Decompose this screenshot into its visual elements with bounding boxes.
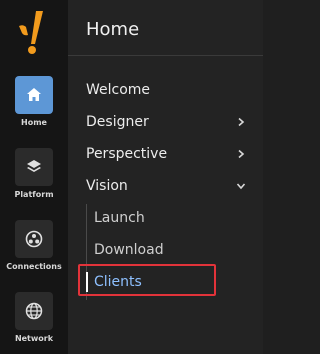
nav-item-label: Welcome — [86, 82, 151, 98]
brand-logo — [19, 11, 43, 54]
home-icon — [27, 88, 41, 101]
highlight-annotation — [78, 264, 216, 296]
left-rail: Home Platform Connections Network — [0, 0, 68, 354]
connections-icon — [25, 230, 43, 248]
panel-divider — [68, 55, 263, 56]
chevron-down-icon — [236, 183, 246, 190]
platform-button[interactable] — [15, 148, 53, 186]
sub-item-label: Launch — [94, 210, 145, 226]
chevron-right-icon — [238, 149, 245, 159]
globe-icon — [25, 302, 43, 320]
nav-item-label: Designer — [86, 114, 149, 130]
rail-item-network[interactable]: Network — [0, 292, 68, 343]
rail-label-home: Home — [21, 118, 47, 127]
rail-item-platform[interactable]: Platform — [0, 148, 68, 199]
rail-label-network: Network — [14, 334, 54, 343]
connections-button[interactable] — [15, 220, 53, 258]
sub-item-label: Download — [94, 242, 164, 258]
sub-item-launch[interactable]: Launch — [94, 206, 145, 230]
sub-item-download[interactable]: Download — [94, 238, 164, 262]
home-button[interactable] — [15, 76, 53, 114]
nav-item-label: Perspective — [86, 146, 168, 162]
rail-label-connections: Connections — [6, 262, 62, 271]
network-button[interactable] — [15, 292, 53, 330]
chevron-right-icon — [238, 117, 245, 127]
rail-item-home[interactable]: Home — [0, 76, 68, 127]
panel-title: Home — [86, 19, 140, 40]
nav-item-label: Vision — [86, 178, 128, 194]
rail-label-platform: Platform — [14, 190, 54, 199]
nav-item-welcome[interactable]: Welcome — [86, 77, 246, 103]
rail-item-connections[interactable]: Connections — [0, 220, 68, 271]
nav-item-designer[interactable]: Designer — [86, 109, 246, 135]
layers-icon — [27, 160, 41, 172]
nav-item-perspective[interactable]: Perspective — [86, 141, 246, 167]
nav-item-vision[interactable]: Vision — [86, 173, 246, 199]
